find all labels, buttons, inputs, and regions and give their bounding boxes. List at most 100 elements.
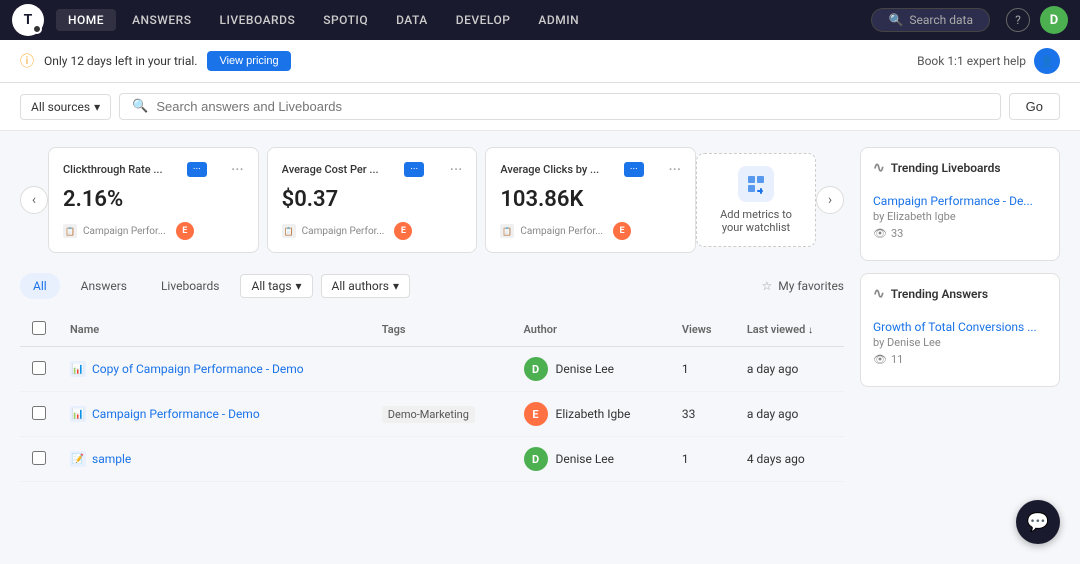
author-cell: D Denise Lee	[524, 447, 658, 471]
metric-footer: 📋 Campaign Perfor... E	[63, 222, 244, 240]
select-all-header[interactable]	[20, 313, 58, 347]
row-checkbox[interactable]	[32, 451, 46, 465]
row-name-cell: 📝 sample	[58, 437, 370, 482]
metric-more-button[interactable]: ···	[450, 160, 463, 179]
item-type-icon: 📊	[70, 361, 86, 377]
trending-liveboards-header: ∿ Trending Liveboards	[873, 160, 1047, 176]
row-checkbox-cell[interactable]	[20, 347, 58, 392]
add-metric-text: Add metrics to your watchlist	[711, 208, 801, 234]
metric-title: Clickthrough Rate ...	[63, 163, 163, 176]
author-name: Denise Lee	[556, 452, 615, 466]
row-views-cell: 1	[670, 347, 735, 392]
filter-row: All Answers Liveboards All tags ▾ All au…	[20, 273, 844, 299]
row-views-cell: 1	[670, 437, 735, 482]
chevron-down-icon: ▾	[296, 279, 302, 293]
chat-button[interactable]: 💬	[1016, 500, 1060, 544]
trending-item-title: Growth of Total Conversions ...	[873, 320, 1047, 334]
trending-answer-item[interactable]: Growth of Total Conversions ... by Denis…	[873, 312, 1047, 374]
trial-banner: ⓘ Only 12 days left in your trial. View …	[0, 40, 1080, 83]
left-panel: ‹ Clickthrough Rate ... ··· ··· 2.16% 📋 …	[20, 147, 844, 482]
trending-liveboard-item[interactable]: Campaign Performance - De... by Elizabet…	[873, 186, 1047, 248]
name-col-header: Name	[58, 313, 370, 347]
nav-item-data[interactable]: DATA	[384, 9, 440, 31]
next-arrow[interactable]: ›	[816, 186, 844, 214]
prev-arrow[interactable]: ‹	[20, 186, 48, 214]
row-tags-cell: Demo-Marketing	[370, 392, 512, 437]
row-views-cell: 33	[670, 392, 735, 437]
expert-icon: 👤	[1034, 48, 1060, 74]
search-icon: 🔍	[888, 13, 903, 27]
item-name: Copy of Campaign Performance - Demo	[92, 362, 304, 376]
metric-header: Average Clicks by ... ··· ···	[500, 160, 681, 179]
author-avatar: E	[524, 402, 548, 426]
filter-tab-liveboards[interactable]: Liveboards	[148, 273, 233, 299]
row-checkbox-cell[interactable]	[20, 392, 58, 437]
source-icon: 📋	[500, 224, 514, 238]
filter-tab-all[interactable]: All	[20, 273, 60, 299]
metric-more-button[interactable]: ···	[668, 160, 681, 179]
item-type-icon: 📝	[70, 451, 86, 467]
row-last-viewed-cell: a day ago	[735, 347, 844, 392]
tags-dropdown[interactable]: All tags ▾	[240, 274, 312, 298]
nav-item-admin[interactable]: ADMIN	[526, 9, 591, 31]
metric-value: 103.86K	[500, 187, 681, 212]
metric-source: Campaign Perfor...	[302, 226, 385, 237]
metric-footer: 📋 Campaign Perfor... E	[500, 222, 681, 240]
row-author-cell: E Elizabeth Igbe	[512, 392, 670, 437]
view-pricing-button[interactable]: View pricing	[207, 51, 290, 71]
data-table: Name Tags Author Views Last viewed ↓	[20, 313, 844, 482]
row-tags-cell	[370, 347, 512, 392]
authors-dropdown[interactable]: All authors ▾	[321, 274, 410, 298]
metric-more-button[interactable]: ···	[231, 160, 244, 179]
metric-value: $0.37	[282, 187, 463, 212]
item-link[interactable]: 📊 Copy of Campaign Performance - Demo	[70, 361, 358, 377]
search-bar-container: All sources ▾ 🔍 Go	[0, 83, 1080, 131]
metric-header: Clickthrough Rate ... ··· ···	[63, 160, 244, 179]
logo[interactable]: T	[12, 4, 44, 36]
select-all-checkbox[interactable]	[32, 321, 46, 335]
nav-item-answers[interactable]: ANSWERS	[120, 9, 203, 31]
eye-icon: 👁	[873, 227, 887, 240]
nav-item-liveboards[interactable]: LIVEBOARDS	[207, 9, 307, 31]
sources-dropdown[interactable]: All sources ▾	[20, 94, 111, 120]
views-col-header: Views	[670, 313, 735, 347]
go-button[interactable]: Go	[1009, 93, 1060, 120]
nav-item-spotiq[interactable]: SPOTIQ	[311, 9, 380, 31]
search-icon: 🔍	[132, 99, 148, 114]
nav-search-button[interactable]: 🔍 Search data	[871, 8, 990, 32]
search-input[interactable]	[156, 99, 987, 114]
metric-title: Average Clicks by ...	[500, 163, 599, 176]
row-checkbox-cell[interactable]	[20, 437, 58, 482]
tag-badge: Demo-Marketing	[382, 406, 475, 423]
item-name: Campaign Performance - Demo	[92, 407, 260, 421]
author-avatar: D	[524, 447, 548, 471]
help-button[interactable]: ?	[1006, 8, 1030, 32]
metric-card: Clickthrough Rate ... ··· ··· 2.16% 📋 Ca…	[48, 147, 259, 253]
item-name: sample	[92, 452, 131, 466]
row-checkbox[interactable]	[32, 361, 46, 375]
favorites-filter[interactable]: ☆ My favorites	[761, 279, 844, 293]
trending-item-title: Campaign Performance - De...	[873, 194, 1047, 208]
nav-item-home[interactable]: HOME	[56, 9, 116, 31]
source-icon: 📋	[63, 224, 77, 238]
metric-badge: ···	[404, 162, 424, 177]
nav-item-develop[interactable]: DEVELOP	[444, 9, 523, 31]
warning-icon: ⓘ	[20, 51, 34, 71]
row-checkbox[interactable]	[32, 406, 46, 420]
item-link[interactable]: 📝 sample	[70, 451, 358, 467]
metric-title: Average Cost Per ...	[282, 163, 379, 176]
filter-tab-answers[interactable]: Answers	[68, 273, 140, 299]
add-icon	[738, 166, 774, 202]
author-name: Denise Lee	[556, 362, 615, 376]
author-avatar: E	[613, 222, 631, 240]
item-link[interactable]: 📊 Campaign Performance - Demo	[70, 406, 358, 422]
add-metric-card[interactable]: Add metrics to your watchlist	[696, 153, 816, 247]
table-row: 📊 Copy of Campaign Performance - Demo D …	[20, 347, 844, 392]
trending-item-author: by Denise Lee	[873, 336, 1047, 349]
row-author-cell: D Denise Lee	[512, 437, 670, 482]
author-col-header: Author	[512, 313, 670, 347]
trend-icon: ∿	[873, 286, 885, 302]
right-panel: ∿ Trending Liveboards Campaign Performan…	[860, 147, 1060, 482]
row-last-viewed-cell: 4 days ago	[735, 437, 844, 482]
user-avatar[interactable]: D	[1040, 6, 1068, 34]
